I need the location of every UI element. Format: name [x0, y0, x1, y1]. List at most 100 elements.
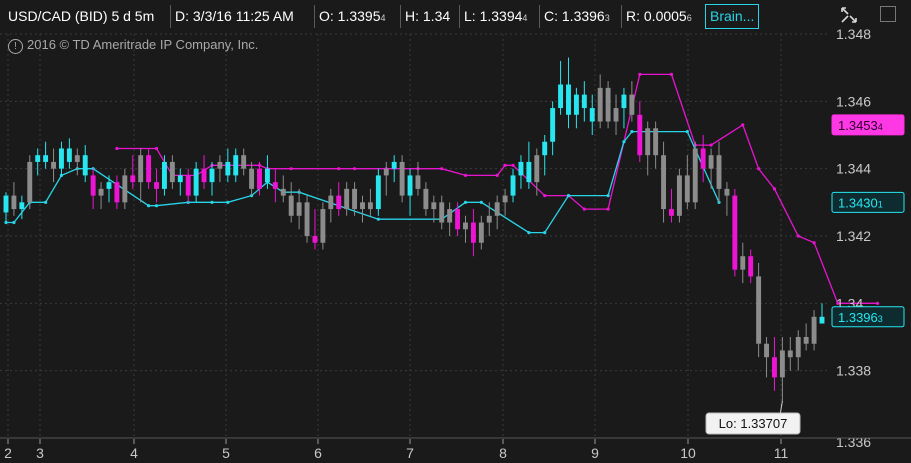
upper-band-dot [503, 163, 507, 167]
axis-layer: 1.3381.341.3421.3441.3461.3481.3362 3 4 5 6 7… [0, 26, 911, 461]
candle-body [320, 209, 326, 243]
x-tick-label: 7 [406, 445, 414, 461]
candle-body [209, 168, 215, 183]
candle-body [732, 195, 738, 270]
candle-body [35, 155, 41, 162]
lower-band-dot [543, 231, 547, 235]
candle-body [518, 161, 524, 176]
band-lines [4, 72, 880, 305]
candle-body [193, 168, 199, 196]
candle-body [740, 256, 746, 270]
lower-band-dot [479, 200, 483, 204]
candle-body [352, 188, 358, 210]
candle-body [708, 155, 714, 169]
upper-band-dot [606, 207, 610, 211]
close-box-icon[interactable] [880, 6, 896, 22]
candle-body [566, 84, 571, 115]
range-value: R: 0.00056 [621, 5, 692, 28]
lower-band-dot [12, 220, 16, 225]
candle-body [779, 350, 785, 378]
candle-body [122, 175, 128, 203]
lower-band-dot [226, 200, 230, 204]
upper-band-dot [511, 163, 515, 167]
candle-body [383, 168, 389, 176]
candle-body [399, 161, 405, 196]
expand-collapse-icon[interactable] [839, 5, 859, 25]
x-tick-label: 4 [130, 445, 138, 461]
candle-body [11, 195, 17, 210]
candle-body [550, 108, 556, 142]
candle-body [360, 202, 365, 210]
y-tick-label: 1.342 [836, 228, 871, 244]
price-chart[interactable]: 1.3381.341.3421.3441.3461.3481.3362 3 4 5 6 7… [0, 0, 911, 463]
price-tag-label: 1.34301 [838, 195, 883, 210]
price-tags-layer: 1.34534 1.34301 1.33963 Lo: 1.33707 [705, 114, 905, 435]
candle-body [621, 94, 627, 109]
candle-body [3, 195, 9, 213]
x-tick-label: 9 [591, 445, 599, 461]
candle-body [336, 195, 342, 210]
candle-body [558, 84, 564, 109]
upper-band-dot [757, 167, 761, 171]
candle-body [613, 108, 619, 122]
candle-body [272, 182, 278, 189]
candle-body [581, 94, 587, 109]
candle-body [676, 175, 682, 216]
candle-body [328, 195, 334, 210]
lower-band-dot [685, 130, 689, 134]
candle-body [217, 161, 223, 169]
candle-body [645, 128, 651, 156]
study-button[interactable]: Brain... [705, 4, 760, 29]
upper-band-dot [812, 241, 816, 245]
candle-body [661, 155, 667, 210]
candle-body [241, 155, 247, 169]
candle-body [534, 155, 540, 183]
upper-band-dot [154, 146, 159, 151]
candle-body [114, 182, 120, 203]
x-tick-label: 6 [314, 445, 322, 461]
candle-body [367, 202, 373, 210]
upper-band-dot [772, 187, 777, 191]
candle-body [716, 155, 722, 189]
symbol-label[interactable]: USD/CAD (BID) 5 d 5m [4, 5, 154, 28]
candle-body [455, 209, 461, 230]
candle-body [463, 222, 468, 230]
candle-body [447, 209, 453, 223]
lower-band-dot [527, 231, 531, 235]
candle-body [146, 155, 152, 183]
candle-body [669, 209, 674, 216]
candle-body [225, 161, 231, 176]
candle-body [51, 161, 56, 169]
upper-band-dot [875, 301, 880, 305]
candle-body [249, 168, 255, 189]
candle-body [19, 202, 25, 210]
candle-body [66, 148, 72, 162]
candle-body [82, 155, 88, 176]
candle-body [692, 148, 698, 203]
upper-band-dot [796, 234, 800, 238]
candle-body [637, 114, 643, 156]
y-tick-label: 1.338 [836, 363, 871, 379]
candle-body [787, 350, 793, 358]
upper-band-dot [440, 167, 444, 171]
candle-body [161, 161, 167, 189]
candle-body [431, 202, 437, 210]
upper-band-dot [463, 173, 468, 177]
candle-body [27, 161, 33, 203]
lower-band-dot [210, 200, 214, 204]
lower-band-dot [463, 200, 468, 204]
candle-body [502, 195, 508, 203]
candle-body [589, 108, 595, 122]
upper-band-dot [709, 143, 713, 147]
candle-body [629, 94, 635, 115]
lower-band-dot [154, 204, 159, 208]
lower-band-dot [376, 217, 380, 221]
upper-band-dot [495, 173, 499, 177]
x-tick-label: 2 [4, 445, 12, 461]
upper-band-dot [352, 167, 357, 171]
candle-body [43, 155, 49, 162]
candle-body [264, 168, 270, 183]
candle-body [423, 188, 429, 210]
open-value: O: 1.33954 [314, 5, 386, 28]
candle-body [130, 175, 136, 183]
